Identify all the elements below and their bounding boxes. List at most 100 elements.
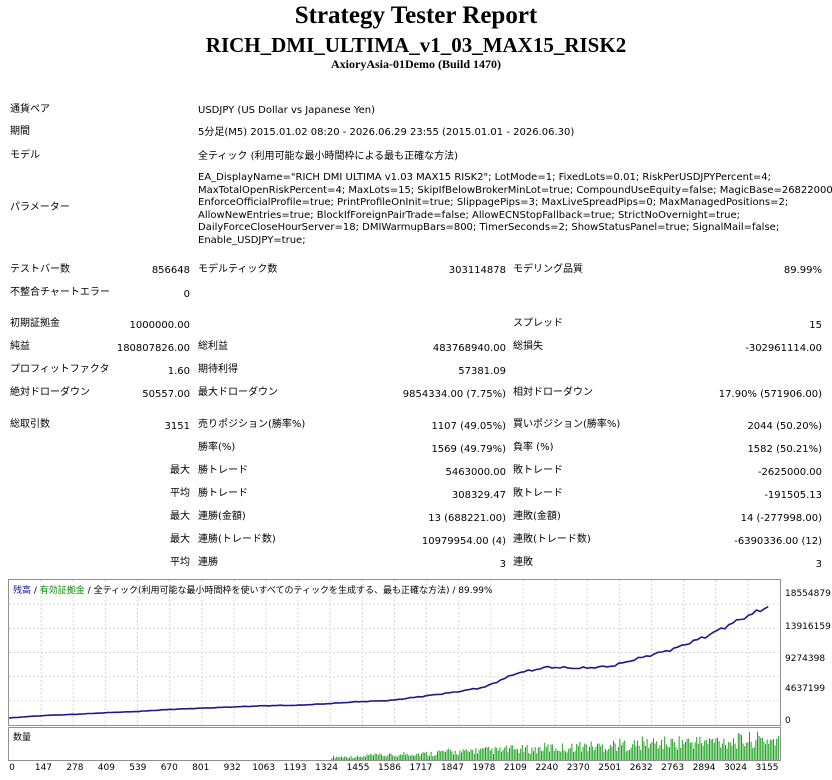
volume-bar [393, 756, 395, 760]
gross-loss-value: -302961114.00 [745, 343, 822, 354]
volume-bar [774, 745, 776, 760]
deposit-value: 1000000.00 [129, 320, 190, 331]
rel-dd-label: 相対ドローダウン [513, 387, 593, 398]
volume-bar [763, 741, 765, 760]
volume-bar [558, 750, 560, 760]
volume-bar [713, 742, 715, 760]
period-value: 5分足(M5) 2015.01.02 08:20 - 2026.06.29 23… [198, 127, 575, 138]
gross-profit-label: 総利益 [198, 341, 228, 352]
volume-bar [541, 751, 542, 760]
x-tick-label: 1324 [315, 763, 339, 773]
volume-bar [630, 747, 632, 760]
volume-bar [705, 739, 707, 760]
volume-bar [441, 750, 443, 760]
volume-bar [560, 751, 562, 760]
volume-bar [765, 744, 766, 760]
volume-bar [528, 753, 530, 760]
volume-label: 数量 [13, 733, 32, 743]
volume-bar [542, 750, 544, 760]
volume-bar [475, 748, 477, 760]
net-label: 純益 [10, 341, 30, 352]
volume-bar [702, 745, 704, 760]
volume-bar [341, 756, 342, 760]
volume-bar [333, 755, 334, 760]
volume-bar [470, 749, 472, 760]
volume-bar [440, 751, 442, 760]
volume-bar [589, 746, 590, 760]
x-tick-label: 0 [9, 763, 15, 773]
volume-bar [499, 747, 501, 760]
volume-bar [563, 750, 565, 760]
report-title: Strategy Tester Report [294, 2, 538, 29]
volume-bar [651, 742, 653, 760]
gross-profit-value: 483768940.00 [432, 343, 506, 354]
caption-equity: 有効証拠金 [39, 586, 85, 596]
bars-value: 856648 [151, 265, 190, 276]
volume-bar [373, 755, 374, 760]
volume-bar [467, 751, 469, 760]
model-label: モデル [10, 150, 40, 161]
volume-bar [616, 751, 618, 760]
x-tick-label: 1717 [409, 763, 433, 773]
volume-bar [358, 757, 360, 760]
params-line: AllowNewEntries=true; BlockIfForeignPair… [198, 209, 741, 221]
volume-bar [661, 739, 662, 760]
x-tick-label: 1455 [346, 763, 370, 773]
volume-bar [712, 739, 714, 760]
mismatch-label: 不整合チャートエラー [10, 287, 110, 298]
volume-bar [654, 743, 656, 760]
volume-bar [582, 746, 584, 760]
pf-label: プロフィットファクタ [10, 364, 110, 375]
volume-bar [432, 756, 434, 760]
y-tick-label: 4637199 [785, 684, 826, 694]
volume-bar [355, 757, 357, 760]
pair-label: 通貨ペア [10, 104, 50, 115]
volume-bar [709, 738, 710, 760]
win-label: 勝率(%) [198, 442, 236, 453]
volume-bar [600, 746, 602, 760]
volume-bar [344, 756, 346, 760]
long-label: 買いポジション(勝率%) [513, 419, 621, 430]
volume-bar [473, 754, 475, 760]
x-tick-label: 409 [97, 763, 115, 773]
volume-bar [504, 747, 506, 760]
volume-bar [752, 748, 754, 760]
y-tick-label: 18554879 [785, 589, 831, 599]
avg-label: 平均 [170, 557, 190, 568]
quality-value: 89.99% [783, 265, 822, 276]
volume-bar [592, 746, 594, 760]
volume-bar [669, 747, 670, 760]
volume-bar [627, 750, 629, 760]
volume-bar [429, 756, 430, 760]
volume-bar [536, 753, 538, 760]
volume-bar [339, 757, 341, 760]
volume-bar [686, 738, 688, 760]
volume-bar [435, 754, 437, 760]
volume-bar [400, 754, 402, 760]
volume-bar [657, 748, 659, 760]
volume-bar [377, 755, 379, 760]
volume-bar [667, 746, 669, 760]
volume-bar [693, 748, 694, 760]
volume-bar [749, 732, 750, 760]
spread-value: 15 [809, 320, 822, 331]
x-tick-label: 2763 [661, 763, 685, 773]
payoff-value: 57381.09 [458, 366, 506, 377]
volume-bar [349, 757, 350, 760]
volume-bar [395, 755, 397, 760]
volume-bar [453, 754, 454, 760]
cons-win-money-value: 13 (688221.00) [428, 513, 506, 524]
volume-bar [609, 744, 611, 760]
volume-bar [505, 745, 507, 760]
volume-bar [691, 742, 693, 760]
volume-bar [624, 740, 626, 760]
volume-bar [464, 750, 466, 760]
cons-lossamt-value: -6390336.00 (12) [734, 536, 822, 547]
volume-bar [568, 748, 570, 760]
volume-bar [403, 752, 405, 760]
largest-win-value: 5463000.00 [445, 467, 506, 478]
rel-dd-value: 17.90% (571906.00) [718, 389, 822, 400]
report-subtitle: RICH_DMI_ULTIMA_v1_03_MAX15_RISK2 [205, 33, 627, 57]
volume-bar [653, 738, 654, 760]
volume-bar [569, 748, 571, 760]
